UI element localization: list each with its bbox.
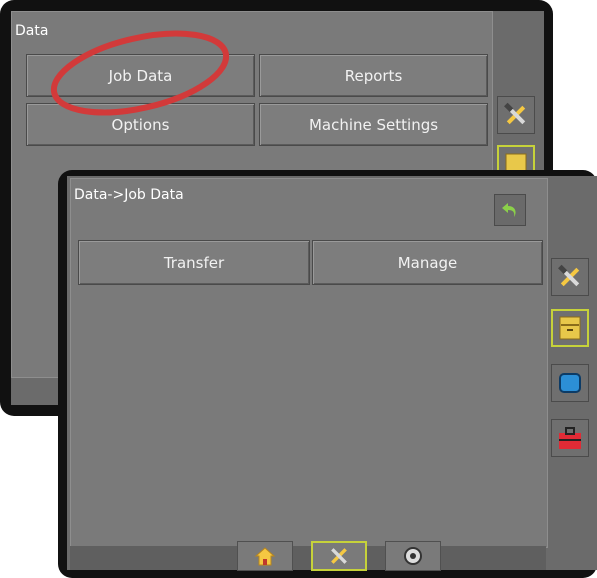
back-arrow-icon: [502, 203, 516, 217]
back-button[interactable]: [494, 194, 526, 226]
file-drawer-icon: [559, 316, 581, 340]
tools-button[interactable]: [551, 258, 589, 296]
home-icon: [254, 547, 276, 566]
manage-button[interactable]: Manage: [312, 240, 543, 285]
front-page-title: Data->Job Data: [74, 187, 184, 203]
tools-nav-button[interactable]: [311, 541, 367, 571]
tools-icon: [558, 264, 580, 287]
tools-icon: [504, 102, 526, 125]
front-screen: Data->Job Data Transfer Manage: [67, 176, 597, 571]
home-button[interactable]: [237, 541, 293, 571]
highlight-ellipse: [50, 30, 230, 116]
camera-button[interactable]: [385, 541, 441, 571]
toolbox-button[interactable]: [551, 419, 589, 457]
transfer-button[interactable]: Transfer: [78, 240, 310, 285]
back-tools-button[interactable]: [497, 96, 535, 134]
front-main-panel: [70, 178, 548, 548]
data-button[interactable]: [551, 309, 589, 347]
toolbox-icon: [559, 427, 581, 449]
reports-button[interactable]: Reports: [259, 54, 488, 97]
bottom-nav-bar: [70, 546, 546, 570]
camera-icon: [404, 547, 422, 565]
front-device-frame: Data->Job Data Transfer Manage: [58, 170, 597, 578]
display-icon: [559, 373, 581, 393]
display-button[interactable]: [551, 364, 589, 402]
tools-icon: [331, 548, 347, 564]
machine-settings-button[interactable]: Machine Settings: [259, 103, 488, 146]
